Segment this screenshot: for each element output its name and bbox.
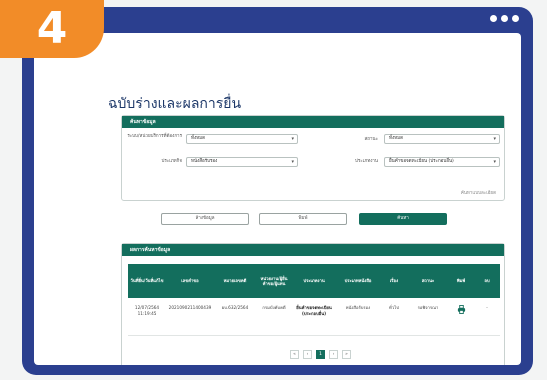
column-header[interactable]: หน่วยงาน/ผู้ยื่นคำขอ/ผู้แทน (256, 264, 292, 298)
field-label-status: สถานะ (364, 137, 379, 142)
status-select[interactable]: ทั้งหมด ▾ (384, 134, 500, 144)
pagination-prev[interactable]: ‹ (303, 350, 312, 359)
page-screen: ฉบับร่างและผลการยื่น ค้นหาข้อมูล ระบบ/หน… (34, 33, 521, 365)
cell-date: 12/07/2564 11:19:45 (134, 305, 160, 316)
field-label-work-type: ประเภทงาน (355, 159, 378, 164)
window-dot-icon (490, 15, 497, 22)
results-panel-title: ผลการค้นหาข้อมูล (122, 244, 504, 256)
column-header[interactable]: ประเภทงาน (292, 264, 336, 298)
printer-icon[interactable] (457, 305, 466, 314)
column-header[interactable]: วันที่ยื่น/วันที่แก้ไข (128, 264, 166, 298)
case-type-select-value: หนังสือรับรอง (191, 159, 218, 164)
search-panel: ค้นหาข้อมูล ระบบ/หน่วยบริการที่ต้องการ ท… (121, 115, 505, 201)
print-row-button[interactable] (448, 300, 474, 335)
pagination: « ‹ 1 › » (290, 350, 351, 359)
page-title: ฉบับร่างและผลการยื่น (108, 96, 242, 112)
work-type-select-value: ยื่นคำขอจดทะเบียน (ประกอบอื่น) (389, 159, 454, 164)
field-label-service: ระบบ/หน่วยบริการที่ต้องการ (127, 134, 182, 139)
search-button[interactable]: ค้นหา (359, 213, 447, 225)
cell-agency: กรมบังคับคดี (262, 305, 286, 310)
print-button[interactable]: พิมพ์ (259, 213, 347, 225)
column-header: ลบ (484, 278, 490, 284)
cell-delete: - (486, 305, 488, 310)
table-header: วันที่ยื่น/วันที่แก้ไข เลขคำขอ หมายเลขคด… (128, 264, 500, 298)
browser-frame: ฉบับร่างและผลการยื่น ค้นหาข้อมูล ระบบ/หน… (22, 7, 533, 375)
work-type-select[interactable]: ยื่นคำขอจดทะเบียน (ประกอบอื่น) ▾ (384, 157, 500, 167)
window-controls (490, 15, 519, 22)
status-select-value: ทั้งหมด (389, 136, 404, 141)
column-header: พิมพ์ (456, 278, 466, 284)
chevron-down-icon: ▾ (493, 159, 496, 165)
table-row[interactable]: 12/07/2564 11:19:45 2021090211400439 ผบ.… (128, 300, 500, 336)
pagination-page[interactable]: 1 (316, 350, 325, 359)
column-header[interactable]: สถานะ (408, 264, 448, 298)
pagination-last[interactable]: » (342, 350, 351, 359)
window-dot-icon (501, 15, 508, 22)
service-select[interactable]: ทั้งหมด ▾ (186, 134, 298, 144)
clear-button[interactable]: ล้างข้อมูล (161, 213, 249, 225)
chevron-down-icon: ▾ (291, 136, 294, 142)
case-type-select[interactable]: หนังสือรับรอง ▾ (186, 157, 298, 167)
column-header[interactable]: เลขคำขอ (166, 264, 214, 298)
search-panel-title: ค้นหาข้อมูล (122, 116, 504, 128)
advanced-search-link[interactable]: ค้นหาแบบละเอียด (461, 189, 496, 196)
column-header[interactable]: ประเภทหนังสือ (336, 264, 380, 298)
cell-status: รอพิจารณา (417, 305, 439, 310)
pagination-next[interactable]: › (329, 350, 338, 359)
cell-request-no: 2021090211400439 (168, 305, 212, 310)
pagination-first[interactable]: « (290, 350, 299, 359)
window-dot-icon (512, 15, 519, 22)
service-select-value: ทั้งหมด (191, 136, 206, 141)
chevron-down-icon: ▾ (291, 159, 294, 165)
step-number: 4 (36, 3, 68, 54)
step-badge: 4 (0, 0, 104, 58)
column-header[interactable]: เรื่อง (380, 264, 408, 298)
cell-doc-type: หนังสือรับรอง (345, 305, 371, 310)
cell-subject: ทั่วไป (389, 305, 399, 310)
chevron-down-icon: ▾ (493, 136, 496, 142)
cell-work-type: ยื่นคำขอจดทะเบียน (ประกอบอื่น) (296, 305, 332, 316)
field-label-case-type: ประเภทกิจ (161, 159, 182, 164)
results-panel: ผลการค้นหาข้อมูล วันที่ยื่น/วันที่แก้ไข … (121, 243, 505, 365)
cell-case-no: ผบ.632/2564 (221, 305, 249, 310)
column-header[interactable]: หมายเลขคดี (214, 264, 256, 298)
